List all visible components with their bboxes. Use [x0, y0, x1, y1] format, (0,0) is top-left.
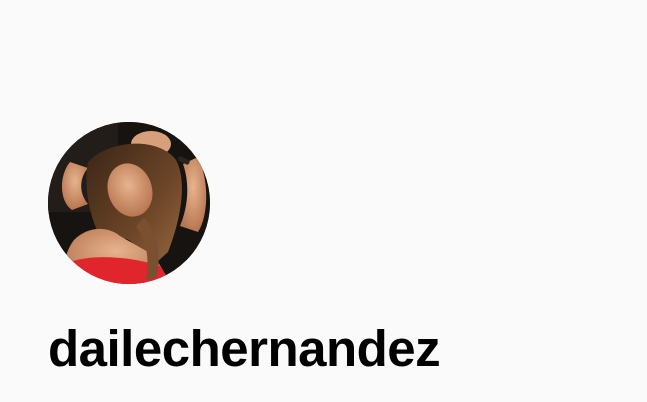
avatar[interactable]	[48, 122, 210, 284]
profile-page: dailechernandez	[0, 0, 647, 402]
profile-username: dailechernandez	[48, 320, 441, 377]
profile-photo-icon	[48, 122, 210, 284]
